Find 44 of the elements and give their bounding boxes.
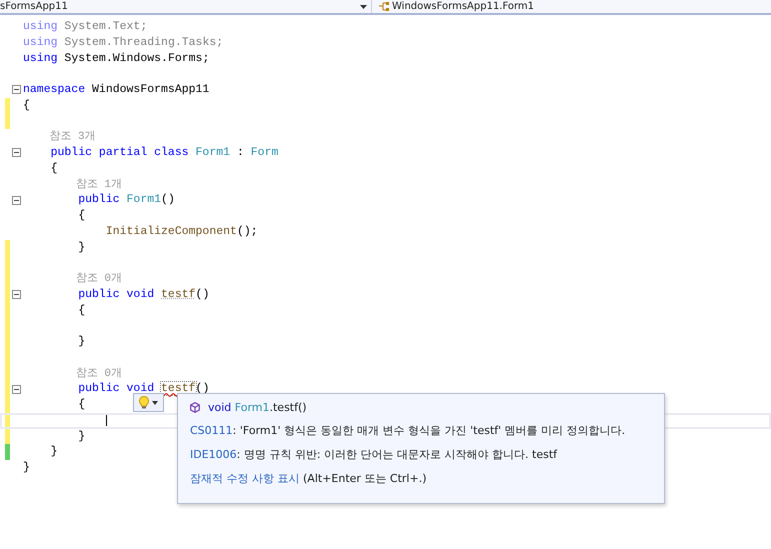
caret-icon [152, 400, 158, 404]
shortcut-hint: (Alt+Enter 또는 Ctrl+.) [302, 472, 426, 485]
method-signature: void Form1.testf() [208, 401, 307, 414]
member-dropdown[interactable]: WindowsFormsApp11.Form1 [372, 0, 534, 13]
lightbulb-button[interactable] [133, 393, 164, 412]
caret-icon [360, 4, 367, 8]
project-dropdown[interactable]: sFormsApp11 [0, 0, 372, 13]
code-line: { [50, 160, 58, 176]
error-code-link[interactable]: IDE1006 [190, 448, 237, 461]
code-line: { [23, 98, 30, 114]
show-fixes-link[interactable]: 잠재적 수정 사항 표시 [190, 472, 300, 485]
code-line: InitializeComponent(); [104, 224, 258, 240]
collapse-icon[interactable] [12, 290, 21, 300]
code-line: namespace WindowsFormsApp11 [23, 82, 210, 98]
collapse-icon[interactable] [12, 85, 21, 94]
code-line: { [77, 208, 86, 224]
diagnostic-message: IDE1006: 명명 규칙 위반: 이러한 단어는 대문자로 시작해야 합니다. testf [190, 447, 558, 462]
code-line: { [77, 302, 86, 318]
code-line: } [77, 428, 86, 444]
class-icon [378, 2, 389, 11]
reference-count[interactable]: 참조 0개 [23, 271, 122, 287]
code-line: { [77, 397, 86, 413]
code-line: using System.Windows.Forms; [23, 50, 210, 66]
collapse-icon[interactable] [12, 384, 21, 394]
code-line: } [77, 334, 86, 350]
reference-count[interactable]: 참조 3개 [23, 129, 96, 145]
code-line: public void testf() [77, 381, 210, 397]
code-line: } [23, 460, 30, 476]
code-line: } [50, 444, 58, 460]
diagnostic-message: CS0111: 'Form1' 형식은 동일한 매개 변수 형식을 가진 'testf' 멤버를 미리 정의합니다. [190, 423, 626, 438]
collapse-icon[interactable] [12, 148, 21, 158]
reference-count[interactable]: 참조 1개 [23, 176, 122, 192]
collapse-icon[interactable] [12, 196, 21, 205]
code-line: public Form1() [77, 192, 175, 208]
code-line: using System.Threading.Tasks; [23, 34, 224, 50]
code-line: } [77, 240, 86, 256]
code-line: using System.Text; [23, 19, 148, 35]
code-line: public void testf() [77, 286, 210, 302]
lightbulb-icon [139, 396, 149, 409]
reference-count[interactable]: 참조 0개 [23, 366, 122, 382]
text-cursor [106, 414, 107, 426]
cube-icon [190, 402, 200, 413]
error-code-link[interactable]: CS0111 [190, 424, 233, 437]
code-line: public partial class Form1 : Form [50, 145, 278, 161]
